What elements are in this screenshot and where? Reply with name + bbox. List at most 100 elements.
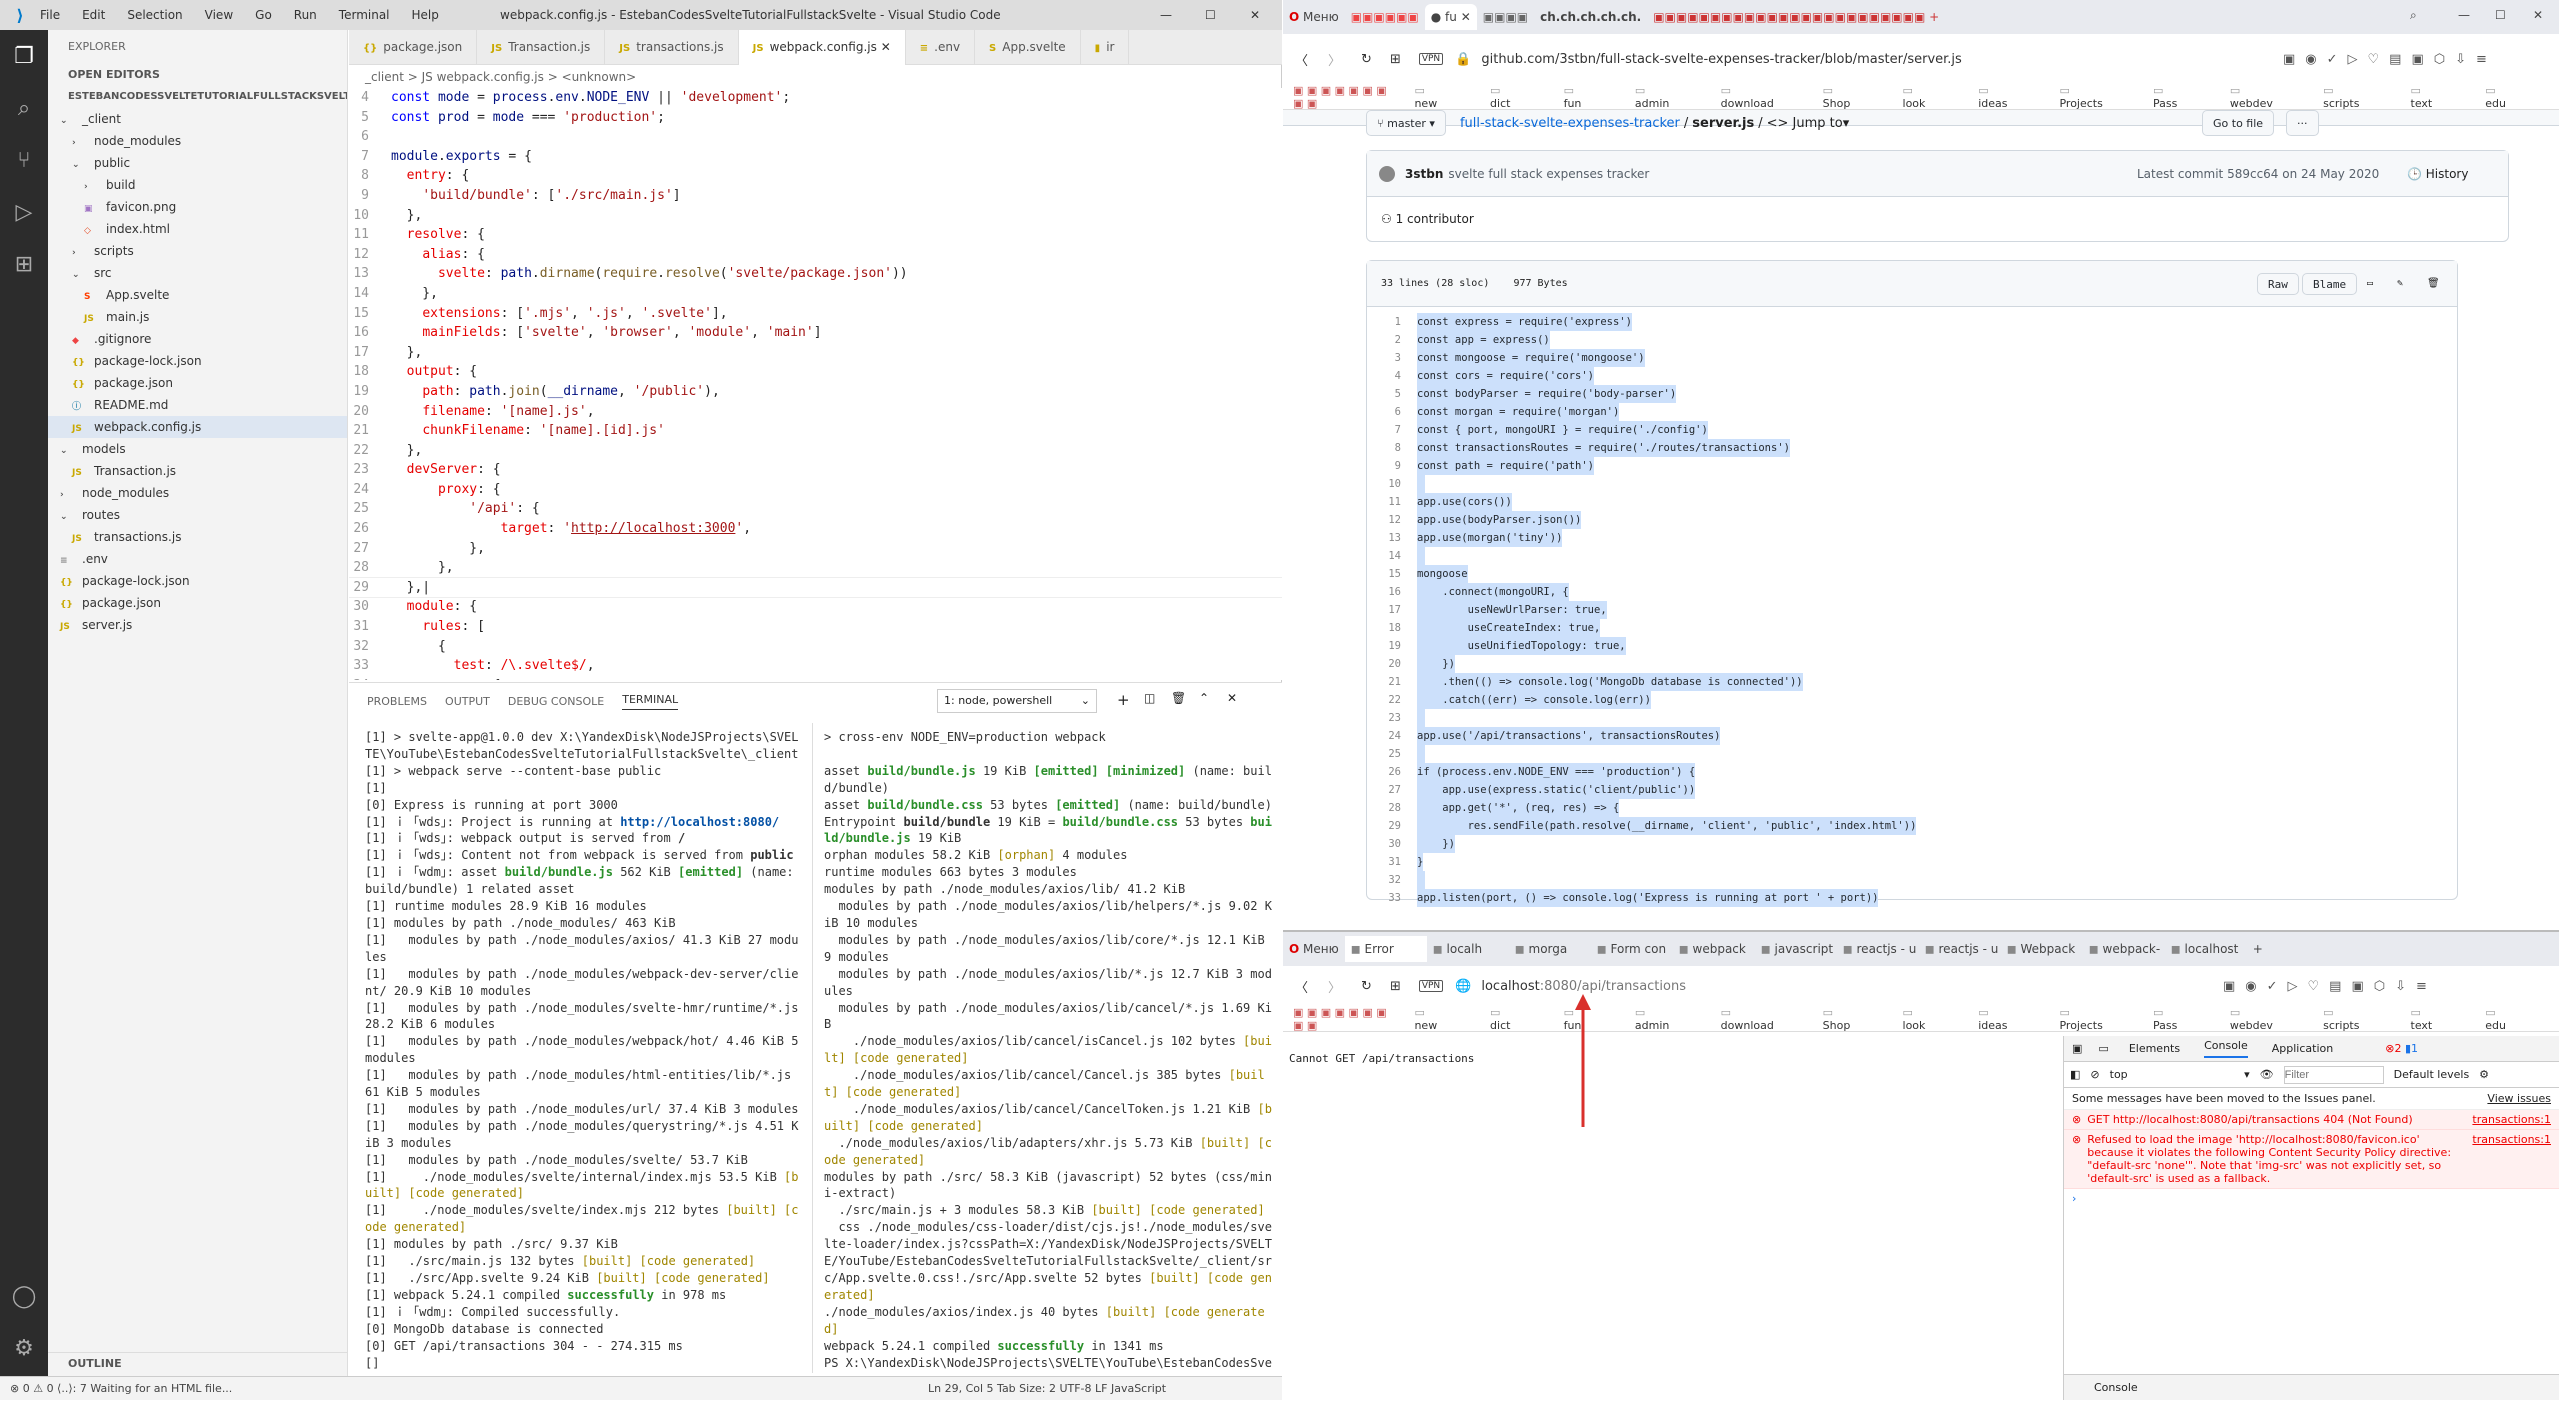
toolbar-icons[interactable]: ▣◉✓▷♡▤▣⬡⇩≡ [2283, 52, 2497, 67]
bookmark-folder[interactable]: ▭ ideas [1978, 1006, 2043, 1032]
console-filter-input[interactable] [2283, 1065, 2384, 1084]
bookmark-icons[interactable]: ▣ ▣ ▣ ▣ ▣ ▣ ▣ ▣ ▣ [1293, 1006, 1398, 1032]
console-error-404[interactable]: ⊗ GET http://localhost:8080/api/transact… [2064, 1110, 2559, 1130]
devtools-tab-application[interactable]: Application [2272, 1042, 2333, 1055]
jump-to[interactable]: <> Jump to [1767, 116, 1843, 131]
context-select[interactable]: top ▾ [2110, 1068, 2250, 1081]
bookmark-folder[interactable]: ▭ text [2411, 84, 2470, 110]
url-field[interactable]: github.com/3stbn/full-stack-svelte-expen… [1481, 52, 1961, 67]
new-tab-button[interactable]: + [2247, 936, 2269, 962]
inspect-icon[interactable]: ▣ [2072, 1042, 2082, 1055]
tree-item[interactable]: S App.svelte [48, 284, 347, 306]
edit-icon[interactable]: ✎ [2397, 278, 2403, 289]
contributors[interactable]: ⚇ 1 contributor [1367, 197, 2508, 241]
close-panel-icon[interactable]: ✕ [1227, 691, 1237, 705]
bookmark-folder[interactable]: ▭ scripts [2323, 84, 2394, 110]
project-root[interactable]: ESTEBANCODESSVELTETUTORIALFULLSTACKSVELT… [48, 86, 347, 108]
latest-commit[interactable]: Latest commit 589cc64 on 24 May 2020 [2137, 167, 2379, 181]
commit-author[interactable]: 3stbn [1405, 167, 1443, 181]
breadcrumb[interactable]: _client > JS webpack.config.js > <unknow… [349, 66, 1282, 88]
opera-menu[interactable]: O Меню [1283, 4, 1345, 30]
tree-item[interactable]: ◇ index.html [48, 218, 347, 240]
tree-item[interactable]: ⌄ routes [48, 504, 347, 526]
minimize-button[interactable]: — [1160, 8, 1172, 22]
panel-tab-terminal[interactable]: TERMINAL [622, 693, 679, 710]
search-icon[interactable]: ⌕ [0, 82, 48, 134]
avatar[interactable] [1379, 165, 1395, 182]
browser-tab[interactable]: ◼ localhost [2165, 936, 2247, 962]
browser-close[interactable]: ✕ [2533, 8, 2543, 22]
bookmark-folder[interactable]: ▭ edu [2485, 1006, 2543, 1032]
repo-link[interactable]: full-stack-svelte-expenses-tracker [1460, 116, 1680, 131]
tab-github-active[interactable]: ● fu ✕ [1424, 4, 1477, 30]
editor-tab[interactable]: S App.svelte [975, 30, 1081, 65]
maximize-panel-icon[interactable]: ⌃ [1199, 691, 1209, 705]
explorer-icon[interactable]: ❐ [0, 30, 48, 82]
browser-tab[interactable]: ◼ Error [1344, 936, 1427, 962]
bookmark-folder[interactable]: ▭ edu [2485, 84, 2543, 110]
back-icon[interactable]: 〈 [1295, 50, 1308, 69]
browser-tab[interactable]: ◼ Webpack [2001, 936, 2083, 962]
browser-tab[interactable]: ◼ webpack- [2083, 936, 2165, 962]
reload-icon[interactable]: ↻ [1361, 979, 1372, 994]
menu-file[interactable]: File [40, 8, 60, 22]
panel-tab-output[interactable]: OUTPUT [445, 695, 490, 708]
drawer-console-tab[interactable]: Console [2064, 1374, 2559, 1400]
browser-tab[interactable]: ◼ reactjs - u [1919, 936, 2001, 962]
inspect-icon[interactable]: ▭ [2098, 1042, 2108, 1055]
editor-tab[interactable]: {} package.json [349, 30, 478, 65]
tab-icons-mid[interactable]: ▣▣▣▣ [1477, 4, 1534, 30]
toolbar-icons[interactable]: ▣◉✓▷♡▤▣⬡⇩≡ [2223, 979, 2437, 994]
browser-maximize[interactable]: ☐ [2495, 8, 2506, 22]
browser-tab[interactable]: ◼ javascript [1755, 936, 1837, 962]
commit-message[interactable]: svelte full stack expenses tracker [1448, 167, 1649, 181]
vpn-badge[interactable]: VPN [1418, 980, 1444, 992]
editor-tab[interactable]: ▮ ir [1081, 30, 1130, 65]
tree-item[interactable]: ⌄ _client [48, 108, 347, 130]
terminal-left[interactable]: [1] > svelte-app@1.0.0 dev X:\YandexDisk… [365, 729, 805, 1369]
bookmark-folder[interactable]: ▭ scripts [2323, 1006, 2394, 1032]
browser-tab[interactable]: ◼ reactjs - u [1837, 936, 1919, 962]
reload-icon[interactable]: ↻ [1361, 52, 1372, 67]
bookmark-folder[interactable]: ▭ Projects [2059, 84, 2136, 110]
tree-item[interactable]: JS server.js [48, 614, 347, 636]
tree-item[interactable]: ▣ favicon.png [48, 196, 347, 218]
close-tab-icon[interactable]: ✕ [877, 40, 891, 54]
status-right[interactable]: Ln 29, Col 5 Tab Size: 2 UTF-8 LF JavaSc… [928, 1382, 1166, 1395]
levels-select[interactable]: Default levels [2394, 1068, 2470, 1081]
back-icon[interactable]: 〈 [1295, 977, 1308, 996]
tree-item[interactable]: ⌄ models [48, 438, 347, 460]
bookmark-folder[interactable]: ▭ admin [1635, 84, 1705, 110]
speed-dial-icon[interactable]: ⊞ [1390, 52, 1401, 67]
vpn-badge[interactable]: VPN [1418, 53, 1444, 65]
devtools-tab-console[interactable]: Console [2204, 1039, 2248, 1058]
settings-gear-icon[interactable]: ⚙ [0, 1322, 48, 1374]
tab-ch-group[interactable]: ch.ch.ch.ch.ch. [1534, 4, 1647, 30]
menu-view[interactable]: View [205, 8, 233, 22]
view-issues-link[interactable]: View issues [2487, 1092, 2551, 1105]
file-code[interactable]: 1 const express = require('express') 2 cons… [1367, 307, 2457, 907]
console-settings-icon[interactable]: ⚙ [2479, 1068, 2489, 1081]
tree-item[interactable]: JS Transaction.js [48, 460, 347, 482]
terminal-right[interactable]: > cross-env NODE_ENV=production webpack … [824, 729, 1274, 1369]
tab-icons-right[interactable]: ▣▣▣▣▣▣▣▣▣▣▣▣▣▣▣▣▣▣▣▣▣▣▣▣ + [1647, 4, 1945, 30]
bookmark-icons[interactable]: ▣ ▣ ▣ ▣ ▣ ▣ ▣ ▣ ▣ [1293, 84, 1398, 110]
opera-menu[interactable]: O Меню [1283, 936, 1345, 962]
bookmark-folder[interactable]: ▭ admin [1635, 1006, 1705, 1032]
desktop-icon[interactable]: ▭ [2367, 278, 2373, 289]
open-editors-section[interactable]: OPEN EDITORS [48, 64, 347, 86]
menu-terminal[interactable]: Terminal [339, 8, 390, 22]
tree-item[interactable]: › scripts [48, 240, 347, 262]
tree-item[interactable]: › node_modules [48, 482, 347, 504]
outline-section[interactable]: OUTLINE [48, 1352, 348, 1374]
tree-item[interactable]: {} package-lock.json [48, 350, 347, 372]
maximize-button[interactable]: ☐ [1205, 8, 1216, 22]
clear-console-icon[interactable]: ⊘ [2090, 1068, 2099, 1081]
console-error-csp[interactable]: ⊗ Refused to load the image 'http://loca… [2064, 1130, 2559, 1189]
bookmark-folder[interactable]: ▭ Projects [2059, 1006, 2136, 1032]
history-link[interactable]: 🕒 History [2407, 167, 2468, 181]
bookmark-folder[interactable]: ▭ webdev [2230, 1006, 2307, 1032]
eye-icon[interactable]: 👁 [2260, 1068, 2274, 1081]
bookmark-folder[interactable]: ▭ Pass [2153, 84, 2214, 110]
more-options-button[interactable]: ··· [2286, 110, 2319, 136]
